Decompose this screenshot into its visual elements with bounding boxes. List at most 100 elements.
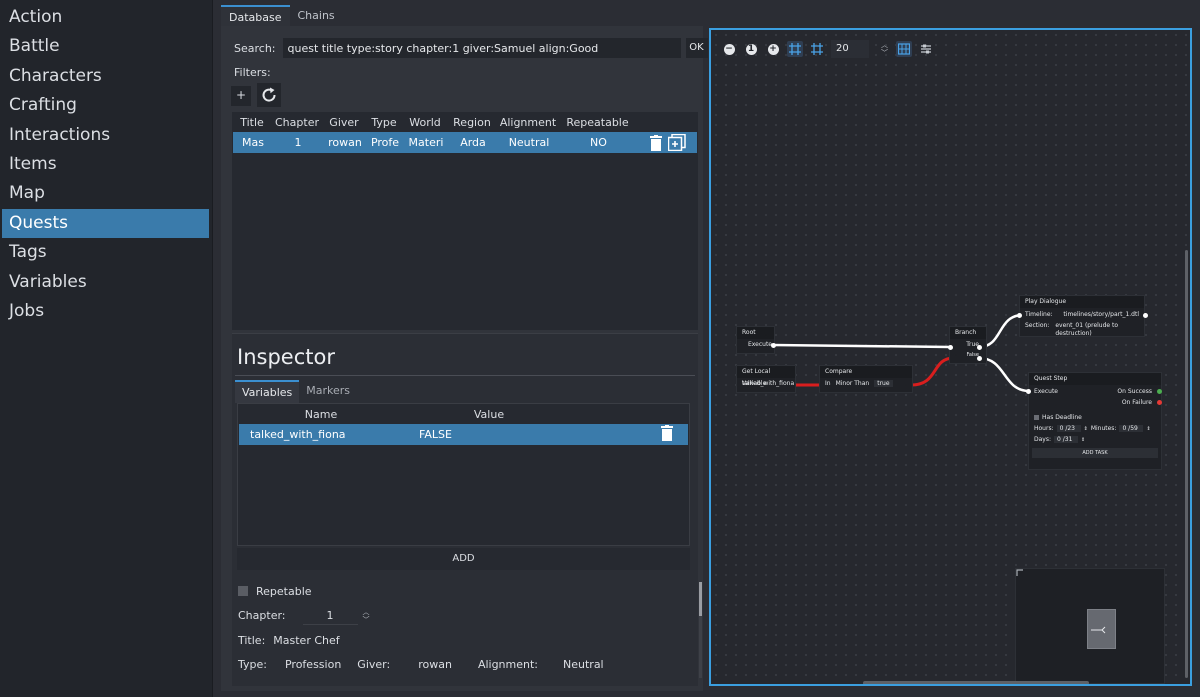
sidebar-item-action[interactable]: Action — [2, 3, 209, 32]
node-compare-op[interactable]: Minor Than — [836, 380, 870, 387]
header-title[interactable]: Title — [232, 116, 272, 129]
sidebar-item-battle[interactable]: Battle — [2, 32, 209, 61]
node-compare-in: In — [825, 380, 831, 387]
tab-chains[interactable]: Chains — [290, 5, 343, 26]
sidebar-item-items[interactable]: Items — [2, 150, 209, 179]
graph-editor[interactable]: − 1 + 20 ︿ ﹀ Root Execute Get Local Vari… — [709, 28, 1192, 686]
refresh-button[interactable] — [257, 83, 281, 107]
add-task-button[interactable]: ADD TASK — [1032, 448, 1158, 458]
trash-icon[interactable] — [661, 425, 673, 441]
refresh-icon — [262, 87, 276, 102]
top-tabs: Database Chains — [221, 5, 343, 26]
node-quest-step[interactable]: Quest Step Execute On Success On Failure… — [1028, 372, 1162, 470]
header-name[interactable]: Name — [238, 408, 388, 421]
search-input[interactable] — [282, 38, 681, 58]
chevron-down-icon[interactable]: ﹀ — [363, 616, 370, 624]
node-get-local-variable[interactable]: Get Local Variable talked_with_fiona — [736, 365, 796, 393]
header-alignment[interactable]: Alignment — [496, 116, 560, 129]
section-label: Section: — [1025, 322, 1050, 329]
hours-input[interactable]: 0 /23 — [1056, 425, 1081, 432]
header-giver[interactable]: Giver — [322, 116, 366, 129]
graph-minimap[interactable] — [1015, 568, 1165, 684]
minutes-input[interactable]: 0 /59 — [1119, 425, 1144, 432]
wire-compare-false — [910, 356, 955, 387]
minutes-stepper[interactable]: ⇕ — [1146, 426, 1150, 432]
quest-properties: Repetable Chapter: 1 ︿ ﹀ Title: Master C… — [238, 579, 684, 677]
cell-type: Profe — [370, 136, 400, 149]
node-branch-title: Branch — [950, 327, 986, 339]
quest-step-ports: Execute On Success — [1029, 385, 1161, 399]
header-region[interactable]: Region — [448, 116, 496, 129]
giver-value[interactable]: rowan — [418, 658, 452, 671]
tab-variables[interactable]: Variables — [235, 380, 300, 403]
port-quest-success[interactable] — [1157, 389, 1162, 394]
node-root[interactable]: Root Execute — [736, 326, 775, 354]
sidebar-item-map[interactable]: Map — [2, 179, 209, 208]
trash-icon[interactable] — [650, 134, 662, 151]
quest-step-deadline-row: Has Deadline — [1029, 412, 1161, 423]
row-actions — [661, 425, 673, 444]
chevron-up-icon[interactable]: ︿ — [363, 608, 370, 616]
repetable-checkbox[interactable] — [238, 586, 248, 597]
giver-label: Giver: — [357, 658, 391, 672]
days-stepper[interactable]: ⇕ — [1081, 437, 1085, 443]
minutes-label: Minutes: — [1090, 425, 1117, 432]
port-root-execute[interactable] — [771, 343, 776, 348]
header-chapter[interactable]: Chapter — [272, 116, 322, 129]
port-branch-true[interactable] — [977, 345, 982, 350]
days-input[interactable]: 0 /31 — [1054, 436, 1078, 443]
tab-markers[interactable]: Markers — [299, 380, 357, 403]
timeline-value[interactable]: timelines/story/part_1.dtl — [1063, 310, 1139, 320]
table-row[interactable]: Mas 1 rowan Profe Materi Arda Neutral NO — [233, 132, 697, 153]
header-value[interactable]: Value — [388, 408, 538, 421]
table-row[interactable]: talked_with_fiona FALSE — [239, 424, 688, 445]
add-variable-button[interactable]: ADD — [237, 548, 690, 570]
node-compare-value[interactable]: true — [874, 380, 893, 387]
sidebar: Action Battle Characters Crafting Intera… — [0, 0, 213, 697]
chapter-stepper[interactable]: ︿ ﹀ — [363, 608, 370, 624]
sidebar-item-tags[interactable]: Tags — [2, 238, 209, 267]
graph-horizontal-scrollbar[interactable] — [863, 681, 1089, 684]
chapter-input[interactable]: 1 — [302, 606, 358, 626]
alignment-label: Alignment: — [477, 658, 539, 672]
minimap-node-icon — [1091, 626, 1106, 634]
inspector-divider — [235, 375, 695, 376]
section-value[interactable]: event_01 (prelude to destruction) — [1055, 322, 1139, 338]
sidebar-item-quests[interactable]: Quests — [2, 208, 209, 239]
type-label: Type: — [238, 658, 267, 672]
cell-chapter: 1 — [294, 136, 302, 149]
duplicate-icon[interactable] — [668, 134, 686, 151]
sidebar-item-jobs[interactable]: Jobs — [2, 297, 209, 326]
quest-table-header: Title Chapter Giver Type World Region Al… — [232, 112, 698, 132]
sidebar-item-characters[interactable]: Characters — [2, 62, 209, 91]
port-dialogue-out[interactable] — [1143, 313, 1148, 318]
sidebar-item-variables[interactable]: Variables — [2, 268, 209, 297]
port-branch-false[interactable] — [977, 356, 982, 361]
sidebar-item-interactions[interactable]: Interactions — [2, 121, 209, 150]
hours-stepper[interactable]: ⇕ — [1084, 426, 1088, 432]
port-quest-step-in[interactable] — [1026, 389, 1031, 394]
node-dialogue-title: Play Dialogue — [1020, 296, 1144, 308]
alignment-value[interactable]: Neutral — [563, 658, 604, 671]
port-quest-failure[interactable] — [1157, 400, 1162, 405]
title-value[interactable]: Master Chef — [273, 634, 339, 647]
node-compare[interactable]: Compare In Minor Than true — [819, 365, 913, 393]
header-type[interactable]: Type — [366, 116, 402, 129]
minimap-viewport[interactable] — [1087, 609, 1116, 649]
resize-corner-icon[interactable] — [1016, 569, 1024, 577]
add-filter-button[interactable]: + — [231, 86, 251, 106]
header-repeatable[interactable]: Repeatable — [560, 116, 635, 129]
properties-scroll-thumb[interactable] — [699, 582, 702, 616]
type-value[interactable]: Profession — [285, 658, 341, 671]
tab-database[interactable]: Database — [221, 5, 290, 26]
node-play-dialogue[interactable]: Play Dialogue Timeline: timelines/story/… — [1019, 295, 1145, 337]
days-label: Days: — [1034, 436, 1051, 443]
deadline-checkbox[interactable] — [1034, 415, 1039, 420]
sidebar-item-crafting[interactable]: Crafting — [2, 91, 209, 120]
graph-vertical-scrollbar[interactable] — [1185, 250, 1188, 678]
port-dialogue-in[interactable] — [1017, 313, 1022, 318]
node-root-execute: Execute — [748, 341, 772, 348]
search-ok-button[interactable]: OK — [685, 38, 708, 58]
header-world[interactable]: World — [402, 116, 448, 129]
port-branch-in[interactable] — [948, 345, 953, 350]
